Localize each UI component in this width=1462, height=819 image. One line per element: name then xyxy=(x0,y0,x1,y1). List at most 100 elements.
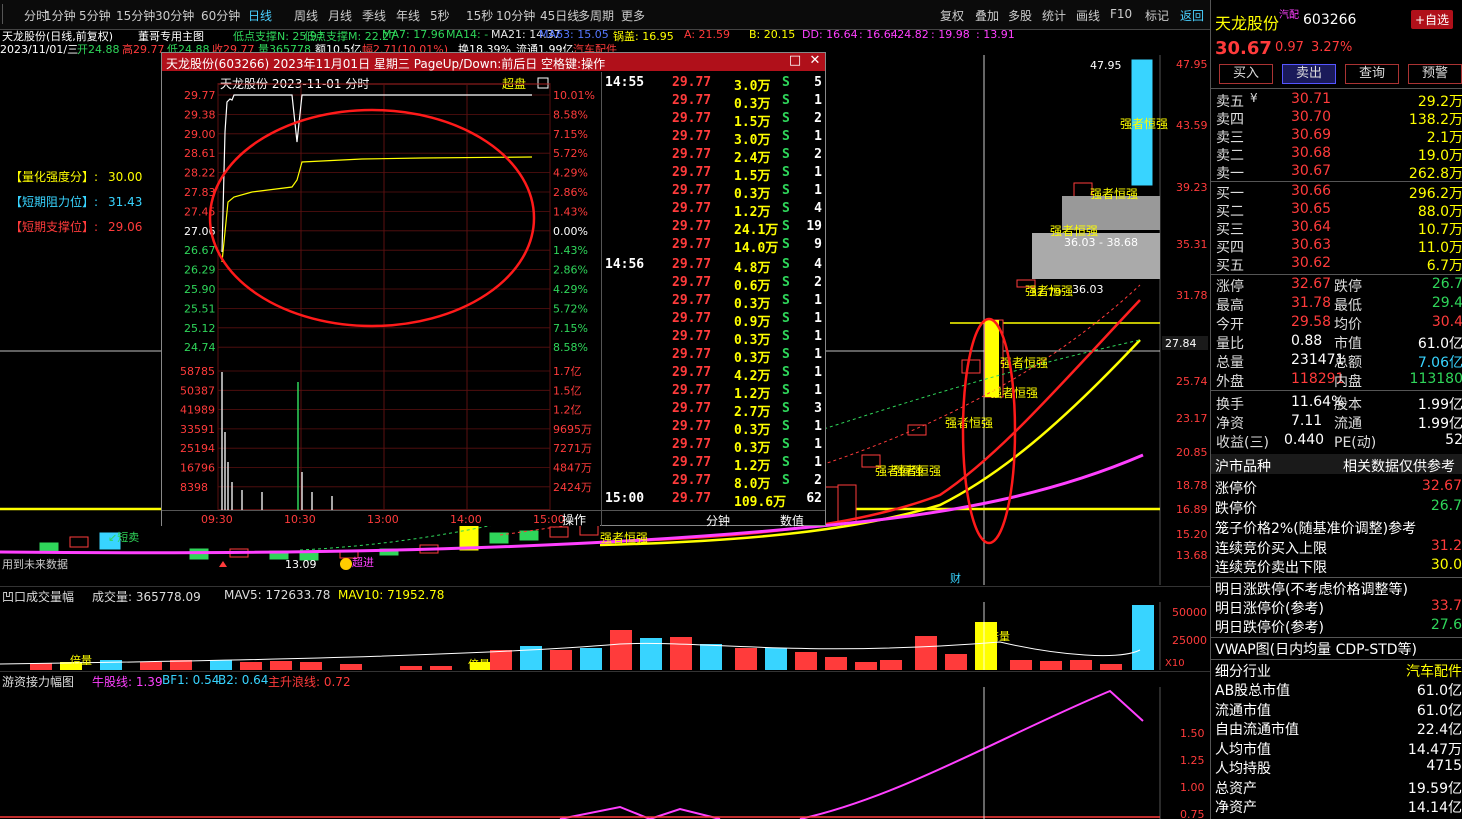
tick-tab-1[interactable]: 数值 xyxy=(780,512,804,529)
intraday-popup[interactable]: 天龙股份(603266) 2023年11月01日 星期三 PageUp/Down… xyxy=(161,52,826,529)
price-axis-label-12: 13.68 xyxy=(1176,549,1208,562)
tick-row-1[interactable]: 29.77 0.3万 S 1 xyxy=(602,93,826,112)
left-value-0: 30.00 xyxy=(108,170,142,184)
indicator2-chart[interactable]: 1.50 1.25 1.00 0.75 xyxy=(0,687,1210,819)
add-fav-button[interactable]: +自选 xyxy=(1411,10,1454,29)
period-10[interactable]: 年线 xyxy=(396,7,420,24)
book-row-5[interactable]: 买一 30.66 296.2万 xyxy=(1216,183,1462,202)
book-label: 卖二 xyxy=(1216,148,1244,164)
book-row-9[interactable]: 买五 30.62 6.7万 xyxy=(1216,255,1462,274)
toolbar-right-1[interactable]: 叠加 xyxy=(975,7,999,24)
period-12[interactable]: 15秒 xyxy=(466,7,493,24)
vol-bar-10 xyxy=(400,666,422,670)
volume-chart[interactable]: 5000025000X10倍量 倍量倍量 xyxy=(0,602,1210,670)
tick-vol: 1.2万 xyxy=(734,459,771,474)
tick-row-0[interactable]: 14:55 29.77 3.0万 S 5 xyxy=(602,75,826,94)
period-3[interactable]: 15分钟 xyxy=(116,7,155,24)
period-9[interactable]: 季线 xyxy=(362,7,386,24)
maximize-icon[interactable]: □ xyxy=(786,53,804,71)
book-label: 卖四 xyxy=(1216,112,1244,128)
mini-pct-6: 1.43% xyxy=(553,205,588,218)
tick-bs: S xyxy=(782,365,790,380)
tick-row-19[interactable]: 29.77 0.3万 S 1 xyxy=(602,419,826,438)
tick-price: 29.77 xyxy=(672,473,712,488)
stat-value: 29.58 xyxy=(1291,314,1332,330)
tick-vol: 2.4万 xyxy=(734,151,771,166)
stat-row-7: 净资 7.11 流通 1.99亿 xyxy=(1216,413,1462,432)
book-row-6[interactable]: 买二 30.65 88.0万 xyxy=(1216,201,1462,220)
toolbar-right-4[interactable]: 画线 xyxy=(1076,7,1100,24)
book-row-4[interactable]: 卖一 30.67 262.8万 xyxy=(1216,163,1462,182)
tick-row-20[interactable]: 29.77 0.3万 S 1 xyxy=(602,437,826,456)
tick-row-10[interactable]: 14:56 29.77 4.8万 S 4 xyxy=(602,257,826,276)
tick-row-2[interactable]: 29.77 1.5万 S 2 xyxy=(602,111,826,130)
book-row-0[interactable]: 卖五 ¥30.71 29.2万 xyxy=(1216,91,1462,110)
tick-row-5[interactable]: 29.77 1.5万 S 1 xyxy=(602,165,826,184)
industry-divider xyxy=(1211,659,1462,660)
candle-2 xyxy=(907,424,927,436)
book-vol: 296.2万 xyxy=(1408,186,1462,202)
toolbar-right-6[interactable]: 标记 xyxy=(1145,7,1169,24)
price-axis-label-3: 35.31 xyxy=(1176,238,1208,251)
tick-row-13[interactable]: 29.77 0.9万 S 1 xyxy=(602,311,826,330)
tick-row-6[interactable]: 29.77 0.3万 S 1 xyxy=(602,183,826,202)
period-7[interactable]: 周线 xyxy=(294,7,318,24)
toolbar-right-7[interactable]: 返回 xyxy=(1180,7,1204,24)
tick-bs: S xyxy=(782,237,790,252)
tick-row-9[interactable]: 29.77 14.0万 S 9 xyxy=(602,237,826,256)
tick-row-15[interactable]: 29.77 0.3万 S 1 xyxy=(602,347,826,366)
price-axis-label-11: 15.20 xyxy=(1176,528,1208,541)
tick-row-23[interactable]: 15:00 29.77 109.6万 62 xyxy=(602,491,826,510)
crosshair-price: 27.84 xyxy=(1165,337,1197,350)
period-5[interactable]: 60分钟 xyxy=(201,7,240,24)
tick-tab-0[interactable]: 分钟 xyxy=(706,512,730,529)
tick-list[interactable]: 14:55 29.77 3.0万 S 5 29.77 0.3万 S 1 29.77 1.5万 S 2 29… xyxy=(162,72,826,529)
vol-bar-9 xyxy=(340,664,362,670)
toolbar-right-3[interactable]: 统计 xyxy=(1042,7,1066,24)
tick-row-21[interactable]: 29.77 1.2万 S 1 xyxy=(602,455,826,474)
book-row-3[interactable]: 卖二 30.68 19.0万 xyxy=(1216,145,1462,164)
action-button-2[interactable]: 查询 xyxy=(1345,64,1399,84)
close-icon[interactable]: ✕ xyxy=(806,53,824,71)
action-button-0[interactable]: 买入 xyxy=(1219,64,1273,84)
period-2[interactable]: 5分钟 xyxy=(79,7,111,24)
stat-label: 涨停 xyxy=(1216,279,1244,295)
book-row-8[interactable]: 买四 30.63 11.0万 xyxy=(1216,237,1462,256)
tick-row-8[interactable]: 29.77 24.1万 S 19 xyxy=(602,219,826,238)
intraday-chart[interactable]: 天龙股份 2023-11-01 分时 超盘29.77 10.01%29.38 8.58… xyxy=(162,72,600,526)
tick-row-4[interactable]: 29.77 2.4万 S 2 xyxy=(602,147,826,166)
stat-row-4: 总量 231471 总额 7.06亿 xyxy=(1216,352,1462,371)
period-14[interactable]: 45日线 xyxy=(540,7,579,24)
tick-row-18[interactable]: 29.77 2.7万 S 3 xyxy=(602,401,826,420)
tick-bs: S xyxy=(782,93,790,108)
tick-row-11[interactable]: 29.77 0.6万 S 2 xyxy=(602,275,826,294)
period-1[interactable]: 1分钟 xyxy=(44,7,76,24)
toolbar-right-2[interactable]: 多股 xyxy=(1008,7,1032,24)
tick-row-22[interactable]: 29.77 8.0万 S 2 xyxy=(602,473,826,492)
tick-row-17[interactable]: 29.77 1.2万 S 1 xyxy=(602,383,826,402)
period-13[interactable]: 10分钟 xyxy=(496,7,535,24)
period-16[interactable]: 更多 xyxy=(621,7,645,24)
quote-panel: 天龙股份 汽配 603266 +自选 30.67 0.97 3.27% 买入 卖出 查询 预警 卖五 ¥… xyxy=(1210,0,1462,819)
period-15[interactable]: 多周期 xyxy=(578,7,614,24)
period-6[interactable]: 日线 xyxy=(248,7,272,24)
popup-title: 天龙股份(603266) 2023年11月01日 星期三 PageUp/Down… xyxy=(162,53,825,71)
toolbar-right-5[interactable]: F10 xyxy=(1110,7,1132,21)
action-button-3[interactable]: 预警 xyxy=(1408,64,1462,84)
stat-row-5: 外盘 118291 内盘 113180 xyxy=(1216,371,1462,390)
toolbar-right-0[interactable]: 复权 xyxy=(940,7,964,24)
tick-row-16[interactable]: 29.77 4.2万 S 1 xyxy=(602,365,826,384)
tick-row-7[interactable]: 29.77 1.2万 S 4 xyxy=(602,201,826,220)
action-button-1[interactable]: 卖出 xyxy=(1282,64,1336,84)
tick-row-14[interactable]: 29.77 0.3万 S 1 xyxy=(602,329,826,348)
book-row-1[interactable]: 卖四 30.70 138.2万 xyxy=(1216,109,1462,128)
tick-price: 29.77 xyxy=(672,275,712,290)
book-row-2[interactable]: 卖三 30.69 2.1万 xyxy=(1216,127,1462,146)
period-11[interactable]: 5秒 xyxy=(430,7,450,24)
tick-row-12[interactable]: 29.77 0.3万 S 1 xyxy=(602,293,826,312)
tick-row-3[interactable]: 29.77 3.0万 S 1 xyxy=(602,129,826,148)
period-4[interactable]: 30分钟 xyxy=(155,7,194,24)
stat-label2: PE(动) xyxy=(1334,435,1377,451)
book-row-7[interactable]: 买三 30.64 10.7万 xyxy=(1216,219,1462,238)
period-8[interactable]: 月线 xyxy=(328,7,352,24)
